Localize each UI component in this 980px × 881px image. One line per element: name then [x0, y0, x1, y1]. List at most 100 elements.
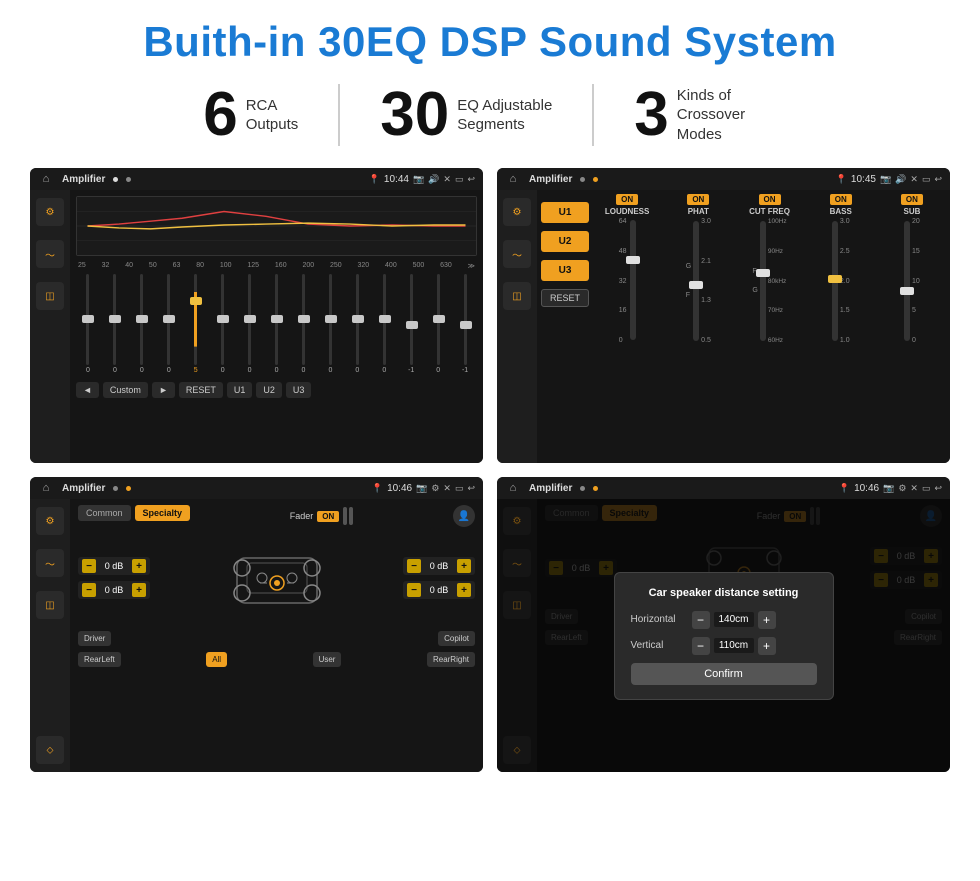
fader-on-badge[interactable]: ON — [317, 511, 339, 522]
bass-on[interactable]: ON — [830, 194, 852, 205]
location-icon-2: 📍 — [836, 174, 847, 185]
eq-u3-btn[interactable]: U3 — [286, 382, 312, 398]
speaker-sidebar: ⚙ 〜 ◫ ⬦ — [30, 499, 70, 772]
u1-button[interactable]: U1 — [541, 202, 589, 223]
eq-sidebar-btn-3[interactable]: ◫ — [36, 282, 64, 310]
copilot-btn[interactable]: Copilot — [438, 631, 475, 646]
status-dot-8 — [593, 486, 598, 491]
eq-sidebar: ⚙ 〜 ◫ — [30, 190, 70, 463]
eq-play-btn[interactable]: ► — [152, 382, 175, 398]
right-db-1-minus[interactable]: − — [407, 559, 421, 573]
loudness-slider[interactable] — [630, 220, 636, 340]
vertical-minus[interactable]: − — [692, 637, 710, 655]
eq-prev-btn[interactable]: ◄ — [76, 382, 99, 398]
eq-sidebar-btn-2[interactable]: 〜 — [36, 240, 64, 268]
eq-slider-10[interactable]: 0 — [345, 274, 369, 374]
eq-slider-13[interactable]: 0 — [426, 274, 450, 374]
cutfreq-slider[interactable] — [760, 221, 766, 341]
right-db-1: − 0 dB + — [403, 557, 475, 575]
home-icon[interactable]: ⌂ — [38, 171, 54, 187]
screen-speaker: ⌂ Amplifier 📍 10:46 📷 ⚙ ✕ ▭ ↩ ⚙ 〜 — [30, 477, 483, 772]
eq-content: ⚙ 〜 ◫ — [30, 190, 483, 463]
driver-btn[interactable]: Driver — [78, 631, 111, 646]
eq-slider-14[interactable]: -1 — [453, 274, 477, 374]
u2-button[interactable]: U2 — [541, 231, 589, 252]
all-btn[interactable]: All — [206, 652, 227, 667]
eq-slider-5[interactable]: 0 — [211, 274, 235, 374]
xo-sidebar-btn-1[interactable]: ⚙ — [503, 198, 531, 226]
right-db-2-minus[interactable]: − — [407, 583, 421, 597]
eq-slider-8[interactable]: 0 — [292, 274, 316, 374]
cutfreq-label: CUT FREQ — [749, 207, 790, 216]
u3-button[interactable]: U3 — [541, 260, 589, 281]
stats-row: 6 RCA Outputs 30 EQ Adjustable Segments … — [30, 84, 950, 146]
eq-sliders: 0 0 0 0 5 0 0 0 0 0 0 0 -1 0 -1 — [76, 274, 477, 374]
left-db-2-minus[interactable]: − — [82, 583, 96, 597]
cutfreq-on[interactable]: ON — [759, 194, 781, 205]
sub-slider[interactable] — [904, 221, 910, 341]
eq-sidebar-btn-1[interactable]: ⚙ — [36, 198, 64, 226]
home-icon-3[interactable]: ⌂ — [38, 480, 54, 496]
xo-sidebar-btn-2[interactable]: 〜 — [503, 240, 531, 268]
screens-grid: ⌂ Amplifier 📍 10:44 📷 🔊 ✕ ▭ ↩ ⚙ 〜 — [30, 168, 950, 772]
right-db-2-plus[interactable]: + — [457, 583, 471, 597]
sp-sidebar-btn-2[interactable]: 〜 — [36, 549, 64, 577]
stat-crossover-number: 3 — [634, 84, 668, 146]
stat-eq: 30 EQ Adjustable Segments — [340, 84, 594, 146]
user-btn[interactable]: User — [313, 652, 342, 667]
left-db-1-plus[interactable]: + — [132, 559, 146, 573]
eq-main: 25 32 40 50 63 80 100 125 160 200 250 32… — [70, 190, 483, 463]
confirm-button[interactable]: Confirm — [631, 663, 817, 685]
sp-sidebar-btn-4[interactable]: ⬦ — [36, 736, 64, 764]
eq-slider-1[interactable]: 0 — [103, 274, 127, 374]
eq-slider-7[interactable]: 0 — [265, 274, 289, 374]
tab-specialty-3[interactable]: Specialty — [135, 505, 191, 521]
crossover-reset-btn[interactable]: RESET — [541, 289, 589, 307]
rearright-btn[interactable]: RearRight — [427, 652, 475, 667]
left-db-2-plus[interactable]: + — [132, 583, 146, 597]
phat-slider[interactable] — [693, 221, 699, 341]
loudness-scale: 644832160 — [619, 218, 627, 344]
phat-label: PHAT — [688, 207, 709, 216]
vertical-label: Vertical — [631, 640, 686, 651]
eq-slider-11[interactable]: 0 — [372, 274, 396, 374]
bass-slider-area: 3.02.52.01.51.0 — [807, 218, 875, 459]
eq-slider-4[interactable]: 5 — [184, 274, 208, 374]
left-db-1: − 0 dB + — [78, 557, 150, 575]
eq-u1-btn[interactable]: U1 — [227, 382, 253, 398]
eq-u2-btn[interactable]: U2 — [256, 382, 282, 398]
tab-common-3[interactable]: Common — [78, 505, 131, 521]
eq-slider-0[interactable]: 0 — [76, 274, 100, 374]
close-icon-2: ✕ — [910, 174, 918, 185]
vertical-plus[interactable]: + — [758, 637, 776, 655]
sp-sidebar-btn-3[interactable]: ◫ — [36, 591, 64, 619]
page-title: Buith-in 30EQ DSP Sound System — [30, 18, 950, 66]
phat-on[interactable]: ON — [687, 194, 709, 205]
home-icon-4[interactable]: ⌂ — [505, 480, 521, 496]
stat-eq-label: EQ Adjustable Segments — [457, 96, 552, 135]
rearleft-btn[interactable]: RearLeft — [78, 652, 121, 667]
location-icon-3: 📍 — [372, 483, 383, 494]
eq-slider-9[interactable]: 0 — [318, 274, 342, 374]
home-icon-2[interactable]: ⌂ — [505, 171, 521, 187]
eq-slider-6[interactable]: 0 — [238, 274, 262, 374]
status-dot-6 — [126, 486, 131, 491]
status-dot-7 — [580, 486, 585, 491]
sub-on[interactable]: ON — [901, 194, 923, 205]
sp-sidebar-btn-1[interactable]: ⚙ — [36, 507, 64, 535]
vertical-value: 110cm — [714, 638, 754, 653]
right-db-1-plus[interactable]: + — [457, 559, 471, 573]
horizontal-minus[interactable]: − — [692, 611, 710, 629]
eq-slider-3[interactable]: 0 — [157, 274, 181, 374]
bass-slider[interactable] — [832, 221, 838, 341]
left-db-1-minus[interactable]: − — [82, 559, 96, 573]
sub-slider-area: 20151050 — [878, 218, 946, 459]
xo-sidebar-btn-3[interactable]: ◫ — [503, 282, 531, 310]
eq-slider-2[interactable]: 0 — [130, 274, 154, 374]
loudness-on[interactable]: ON — [616, 194, 638, 205]
eq-reset-btn[interactable]: RESET — [179, 382, 223, 398]
eq-slider-12[interactable]: -1 — [399, 274, 423, 374]
person-icon[interactable]: 👤 — [453, 505, 475, 527]
horizontal-plus[interactable]: + — [758, 611, 776, 629]
distance-content: ⚙ 〜 ◫ ⬦ Common Specialty Fader ON — [497, 499, 950, 772]
